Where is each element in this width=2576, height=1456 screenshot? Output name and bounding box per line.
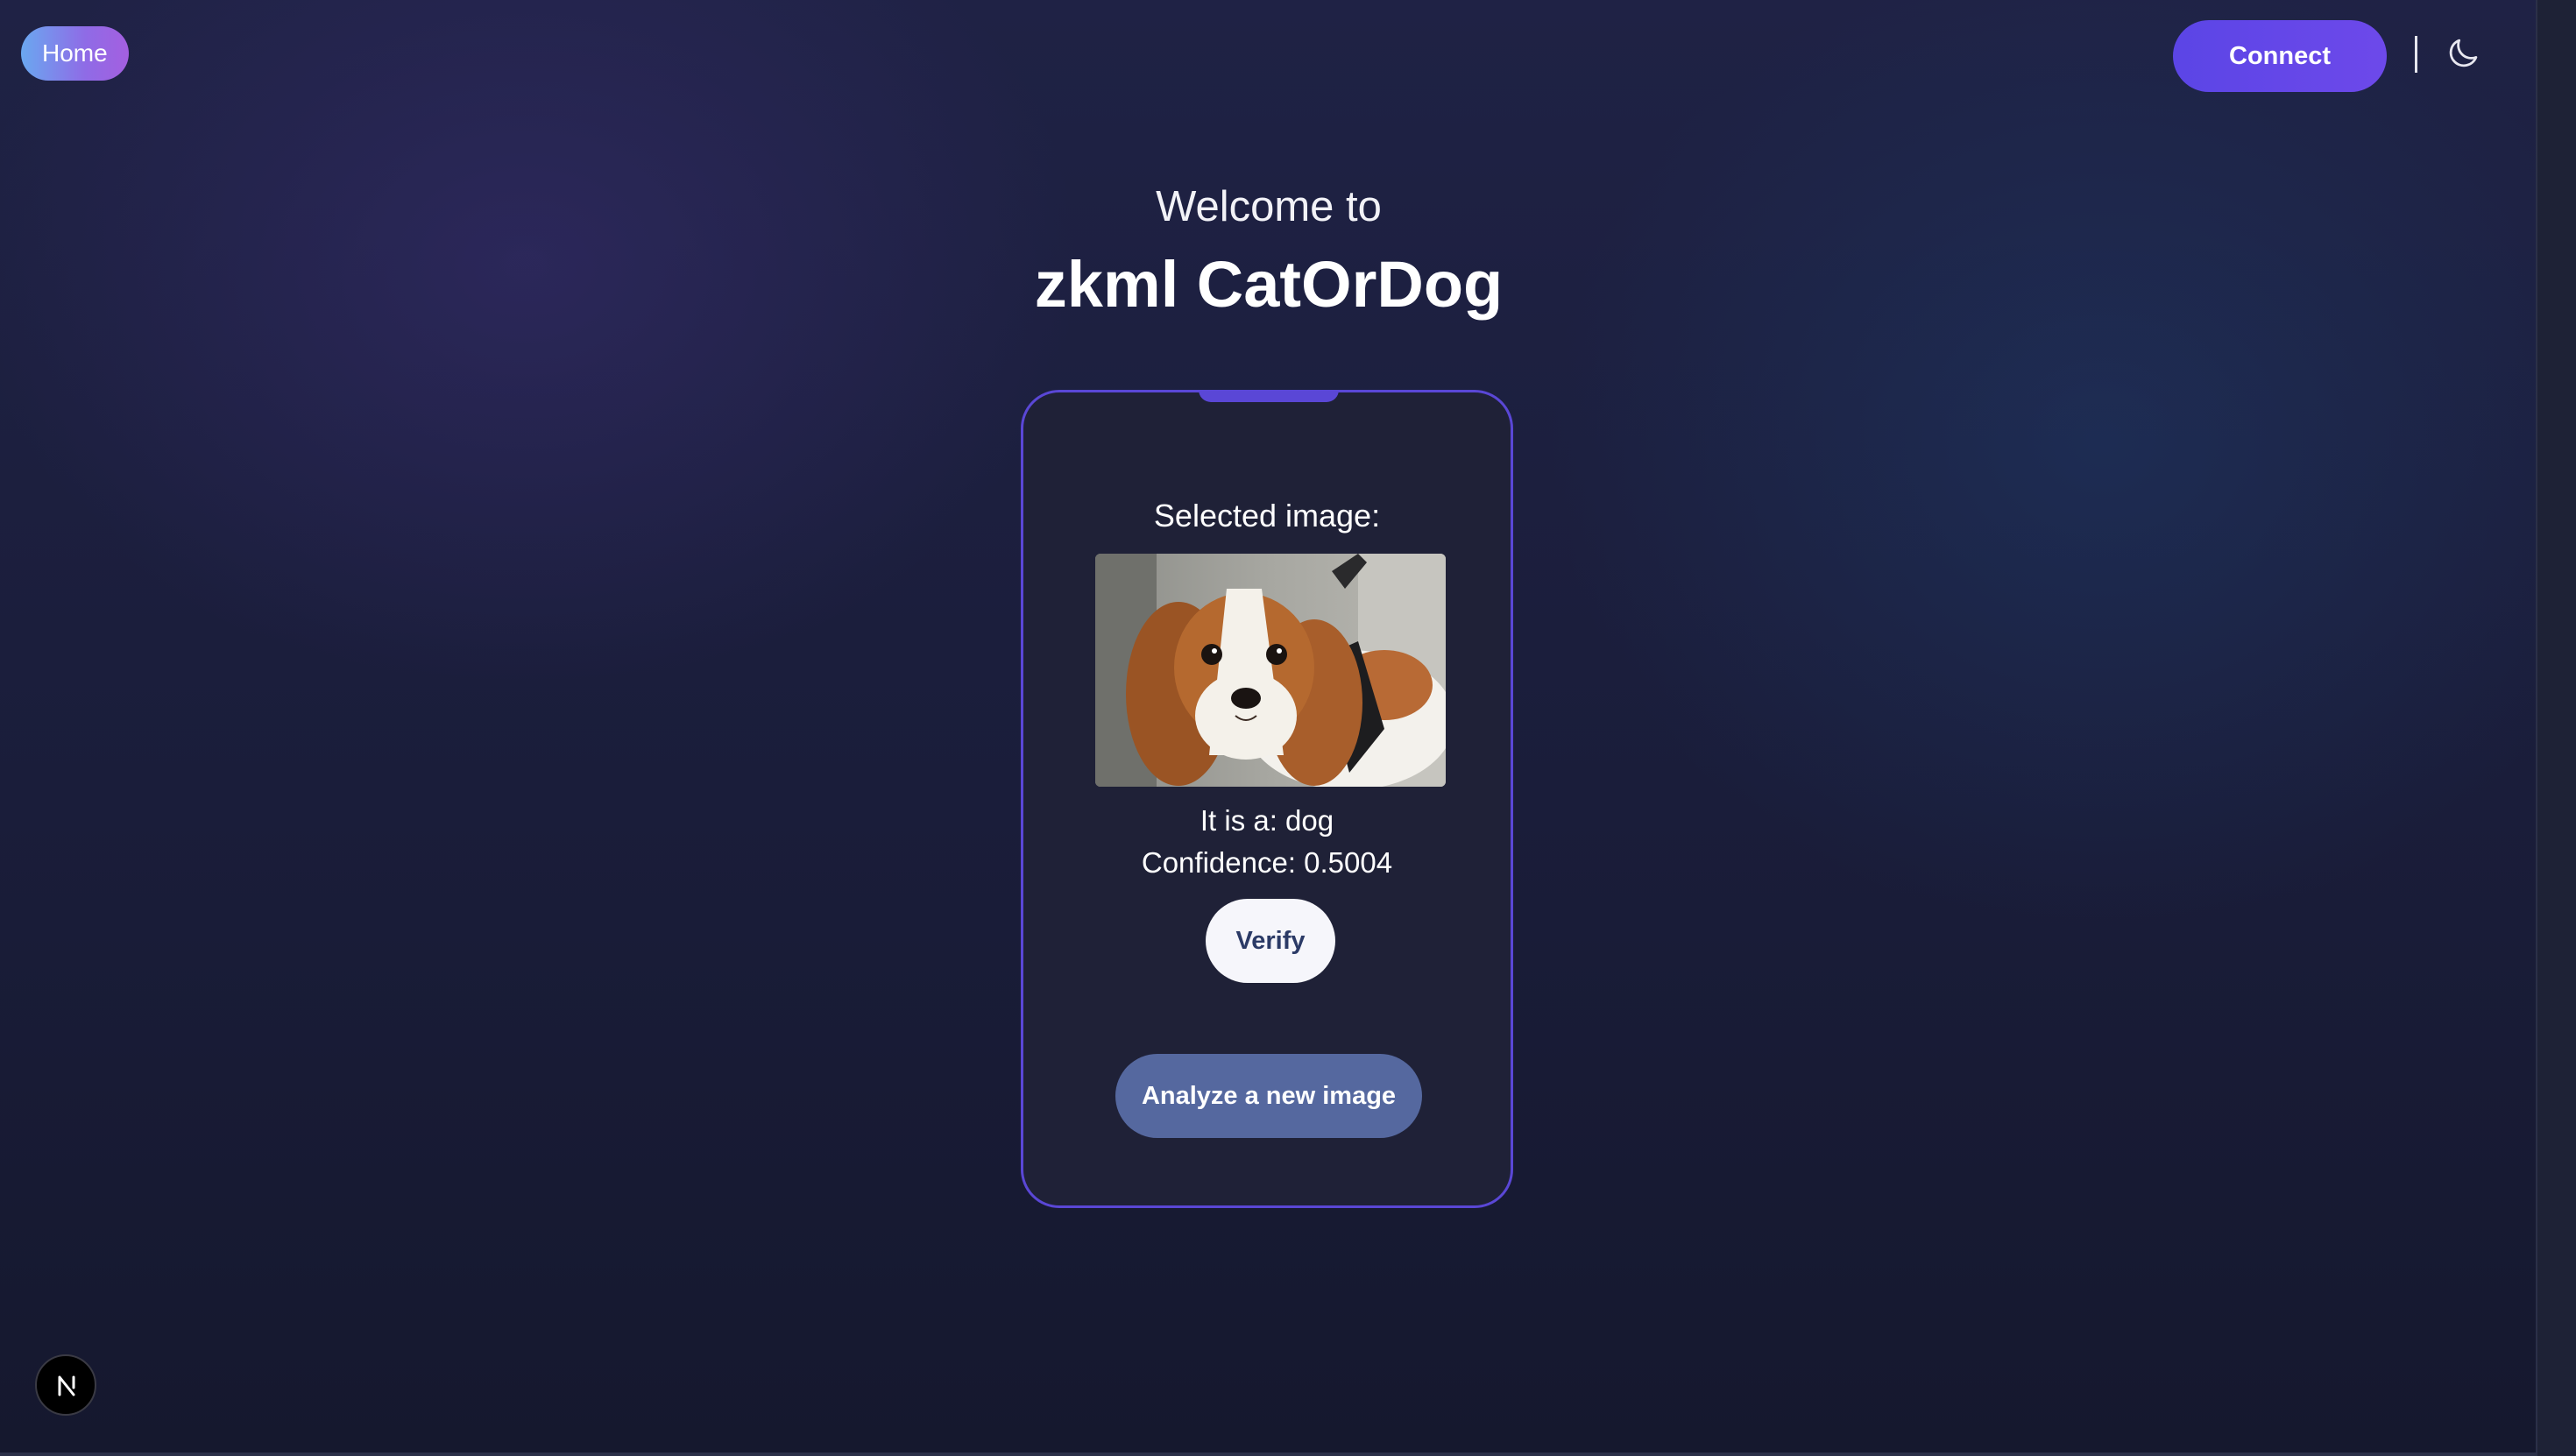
nextjs-n-icon — [58, 1375, 75, 1396]
analysis-card: Selected image: It is a: dog Confidence:… — [1021, 390, 1513, 1208]
nextjs-dev-badge[interactable] — [35, 1354, 96, 1416]
selected-image-label: Selected image: — [1153, 498, 1381, 534]
prediction-result: It is a: dog — [1200, 804, 1334, 837]
page-title: zkml CatOrDog — [1034, 248, 1504, 321]
welcome-text: Welcome to — [1156, 183, 1382, 230]
verify-button[interactable]: Verify — [1206, 899, 1335, 983]
window-bottom-edge — [0, 1452, 2537, 1456]
card-top-tab — [1199, 390, 1339, 402]
header-divider — [2415, 36, 2417, 73]
analyze-new-image-button[interactable]: Analyze a new image — [1115, 1054, 1422, 1138]
connect-button[interactable]: Connect — [2173, 20, 2387, 92]
home-button[interactable]: Home — [21, 26, 129, 81]
moon-icon[interactable] — [2445, 35, 2481, 72]
window-right-edge — [2536, 0, 2576, 1456]
selected-dog-image — [1095, 554, 1446, 787]
prediction-confidence: Confidence: 0.5004 — [1141, 846, 1393, 879]
